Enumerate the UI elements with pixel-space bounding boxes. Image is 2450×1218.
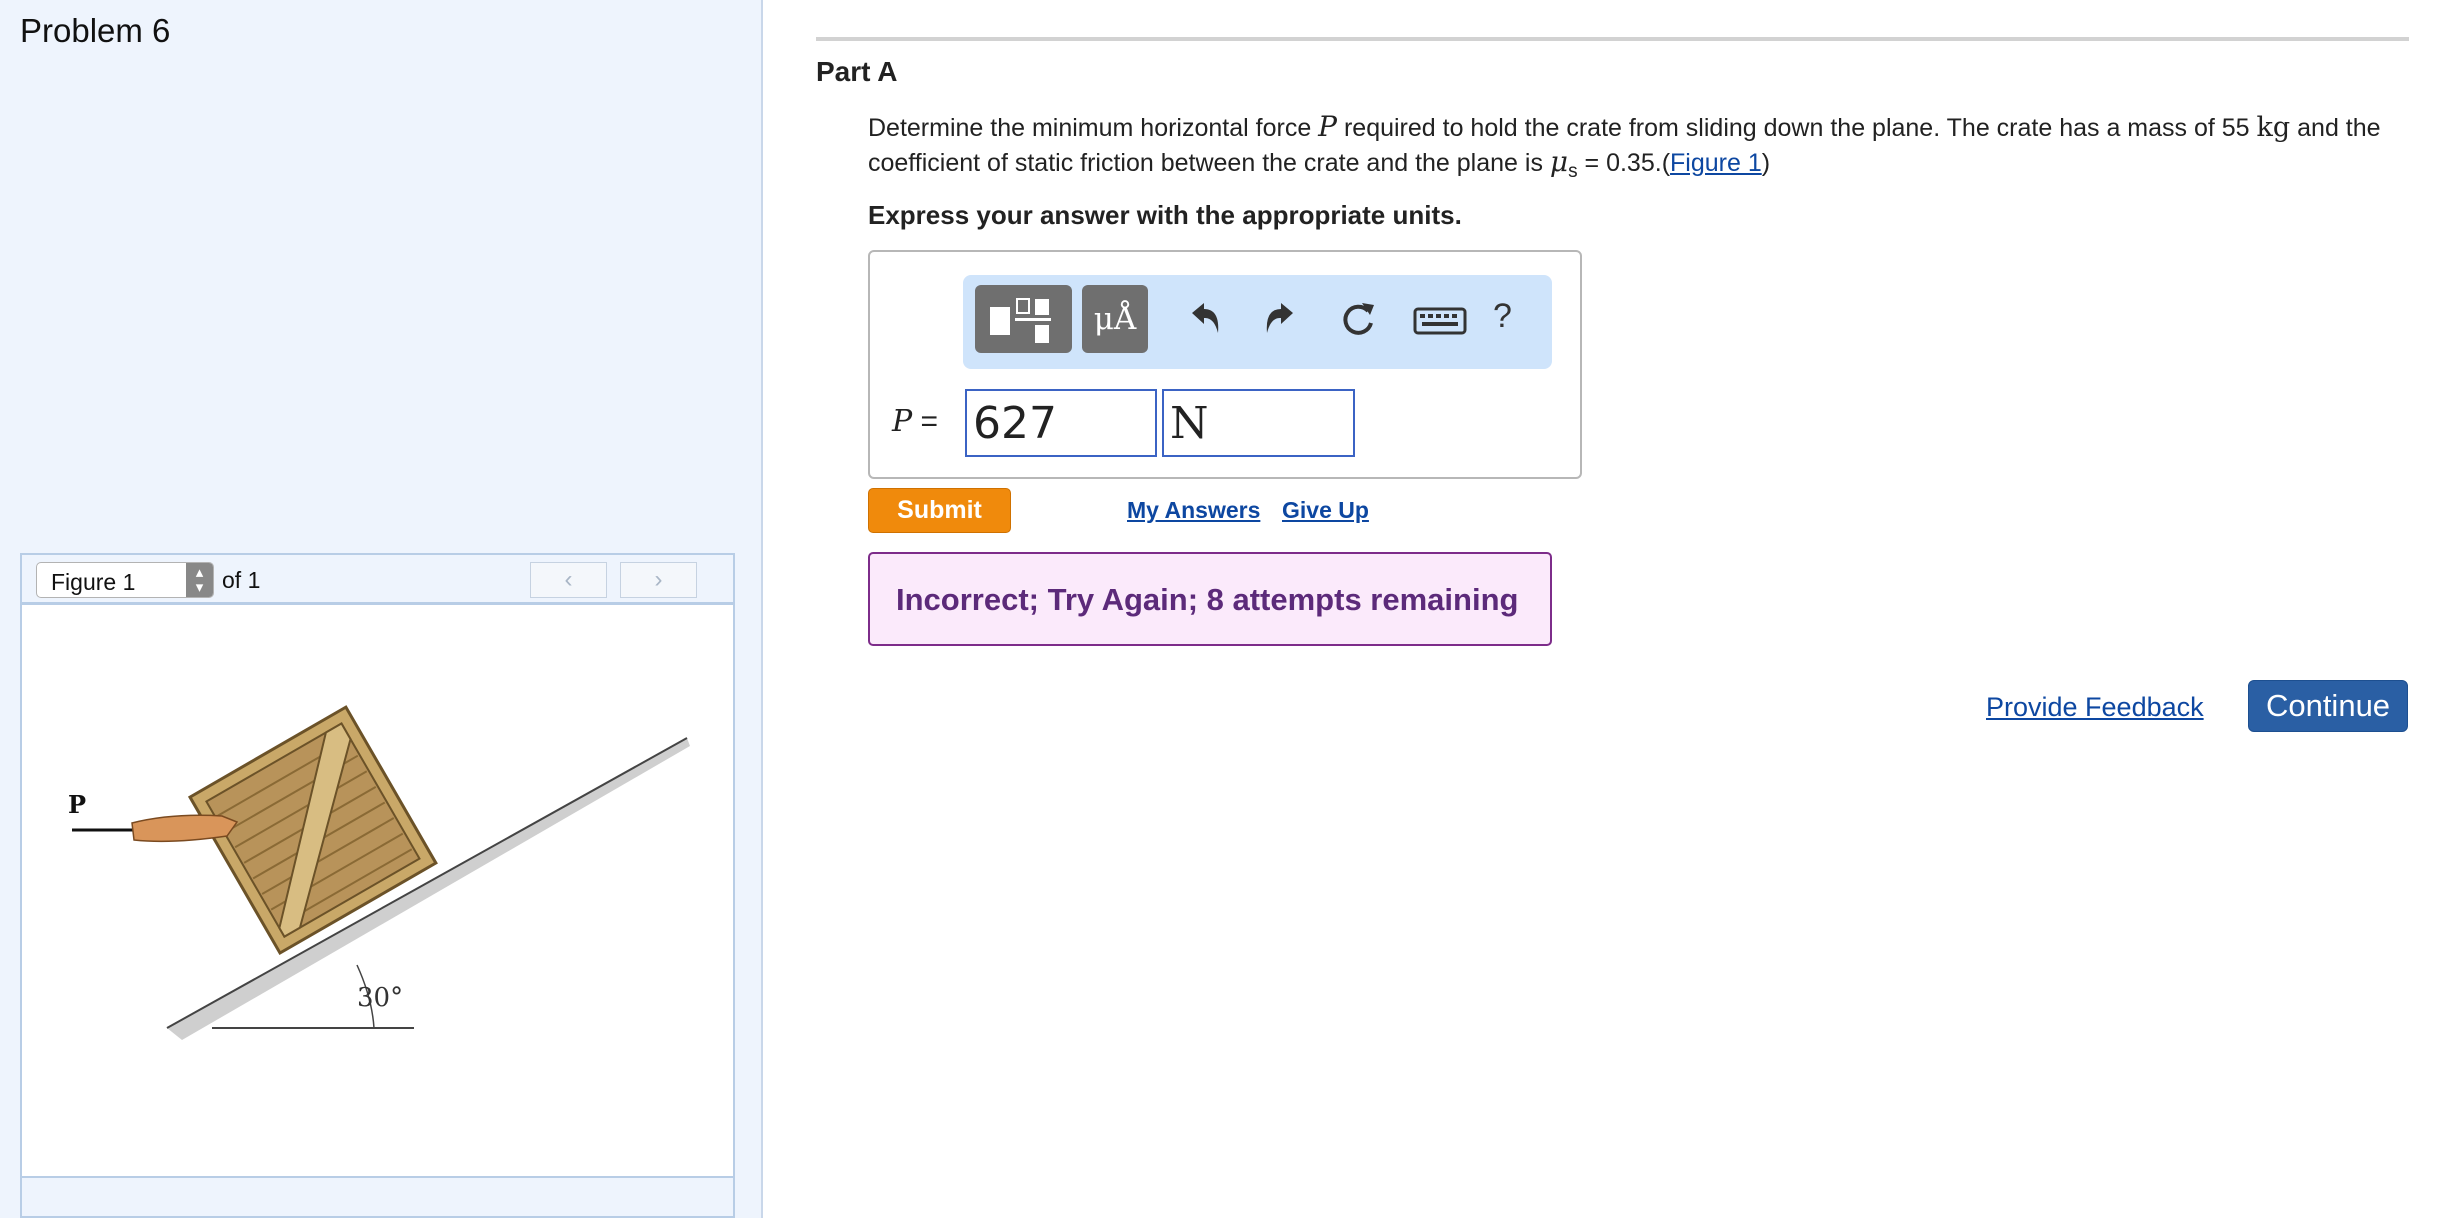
figure-footer xyxy=(22,1176,733,1216)
mass-unit: kg xyxy=(2256,112,2291,143)
units-button[interactable]: μÅ xyxy=(1082,285,1148,353)
mu-symbol: μ xyxy=(1549,145,1569,178)
give-up-link[interactable]: Give Up xyxy=(1282,497,1369,524)
question-segment: required to hold the crate from sliding … xyxy=(1337,114,2257,142)
left-panel: Problem 6 Figure 1 ▴ ▾ of 1 ‹ › 30° P xyxy=(0,0,763,1218)
reset-icon[interactable] xyxy=(1332,293,1384,345)
continue-button[interactable]: Continue xyxy=(2248,680,2408,732)
templates-button[interactable] xyxy=(975,285,1072,353)
angle-label: 30° xyxy=(357,983,403,1013)
question-text: Determine the minimum horizontal force P… xyxy=(868,110,2408,188)
answer-equals: = xyxy=(920,405,939,438)
feedback-message-box: Incorrect; Try Again; 8 attempts remaini… xyxy=(868,552,1552,646)
figure-prev-button[interactable]: ‹ xyxy=(530,562,607,598)
figure-viewer: Figure 1 ▴ ▾ of 1 ‹ › 30° P xyxy=(20,553,735,1218)
answer-box: μÅ ? P = 627 N xyxy=(868,250,1582,479)
math-toolbar: μÅ ? xyxy=(963,275,1552,369)
select-stepper-icon: ▴ ▾ xyxy=(186,563,213,597)
part-title: Part A xyxy=(816,56,898,87)
answer-value-input[interactable]: 627 xyxy=(965,389,1157,457)
chevron-left-icon: ‹ xyxy=(564,566,573,593)
hand xyxy=(131,814,239,843)
answer-unit-input[interactable]: N xyxy=(1162,389,1355,457)
figure-toolbar: Figure 1 ▴ ▾ of 1 ‹ › xyxy=(22,555,733,605)
question-segment: Determine the minimum horizontal force xyxy=(868,114,1319,142)
figure-link[interactable]: Figure 1 xyxy=(1670,149,1762,177)
force-label: P xyxy=(68,790,86,819)
help-button[interactable]: ? xyxy=(1493,297,1512,336)
instruction-text: Express your answer with the appropriate… xyxy=(868,200,1462,230)
submit-button[interactable]: Submit xyxy=(868,488,1011,533)
keyboard-icon[interactable] xyxy=(1409,293,1471,345)
figure-select[interactable]: Figure 1 ▴ ▾ xyxy=(36,562,214,598)
undo-icon[interactable] xyxy=(1178,293,1230,345)
question-segment: = 0.35.( xyxy=(1577,149,1671,177)
answer-variable: P xyxy=(892,404,913,439)
top-divider xyxy=(816,37,2409,41)
problem-title: Problem 6 xyxy=(20,12,171,49)
feedback-message: Incorrect; Try Again; 8 attempts remaini… xyxy=(896,582,1519,617)
my-answers-link[interactable]: My Answers xyxy=(1127,497,1260,524)
figure-select-value: Figure 1 xyxy=(51,569,136,595)
figure-next-button[interactable]: › xyxy=(620,562,697,598)
force-symbol: P xyxy=(1318,110,1338,143)
chevron-right-icon: › xyxy=(654,566,663,593)
templates-icon xyxy=(990,298,1051,343)
figure-image: 30° P xyxy=(22,608,733,1168)
answer-variable-label: P = xyxy=(892,404,938,439)
redo-icon[interactable] xyxy=(1255,293,1307,345)
crate-on-incline-figure: 30° P xyxy=(68,705,690,1040)
figure-count: of 1 xyxy=(222,567,261,593)
mu-subscript: s xyxy=(1568,161,1578,182)
question-segment: ) xyxy=(1761,149,1771,177)
provide-feedback-link[interactable]: Provide Feedback xyxy=(1986,692,2204,723)
